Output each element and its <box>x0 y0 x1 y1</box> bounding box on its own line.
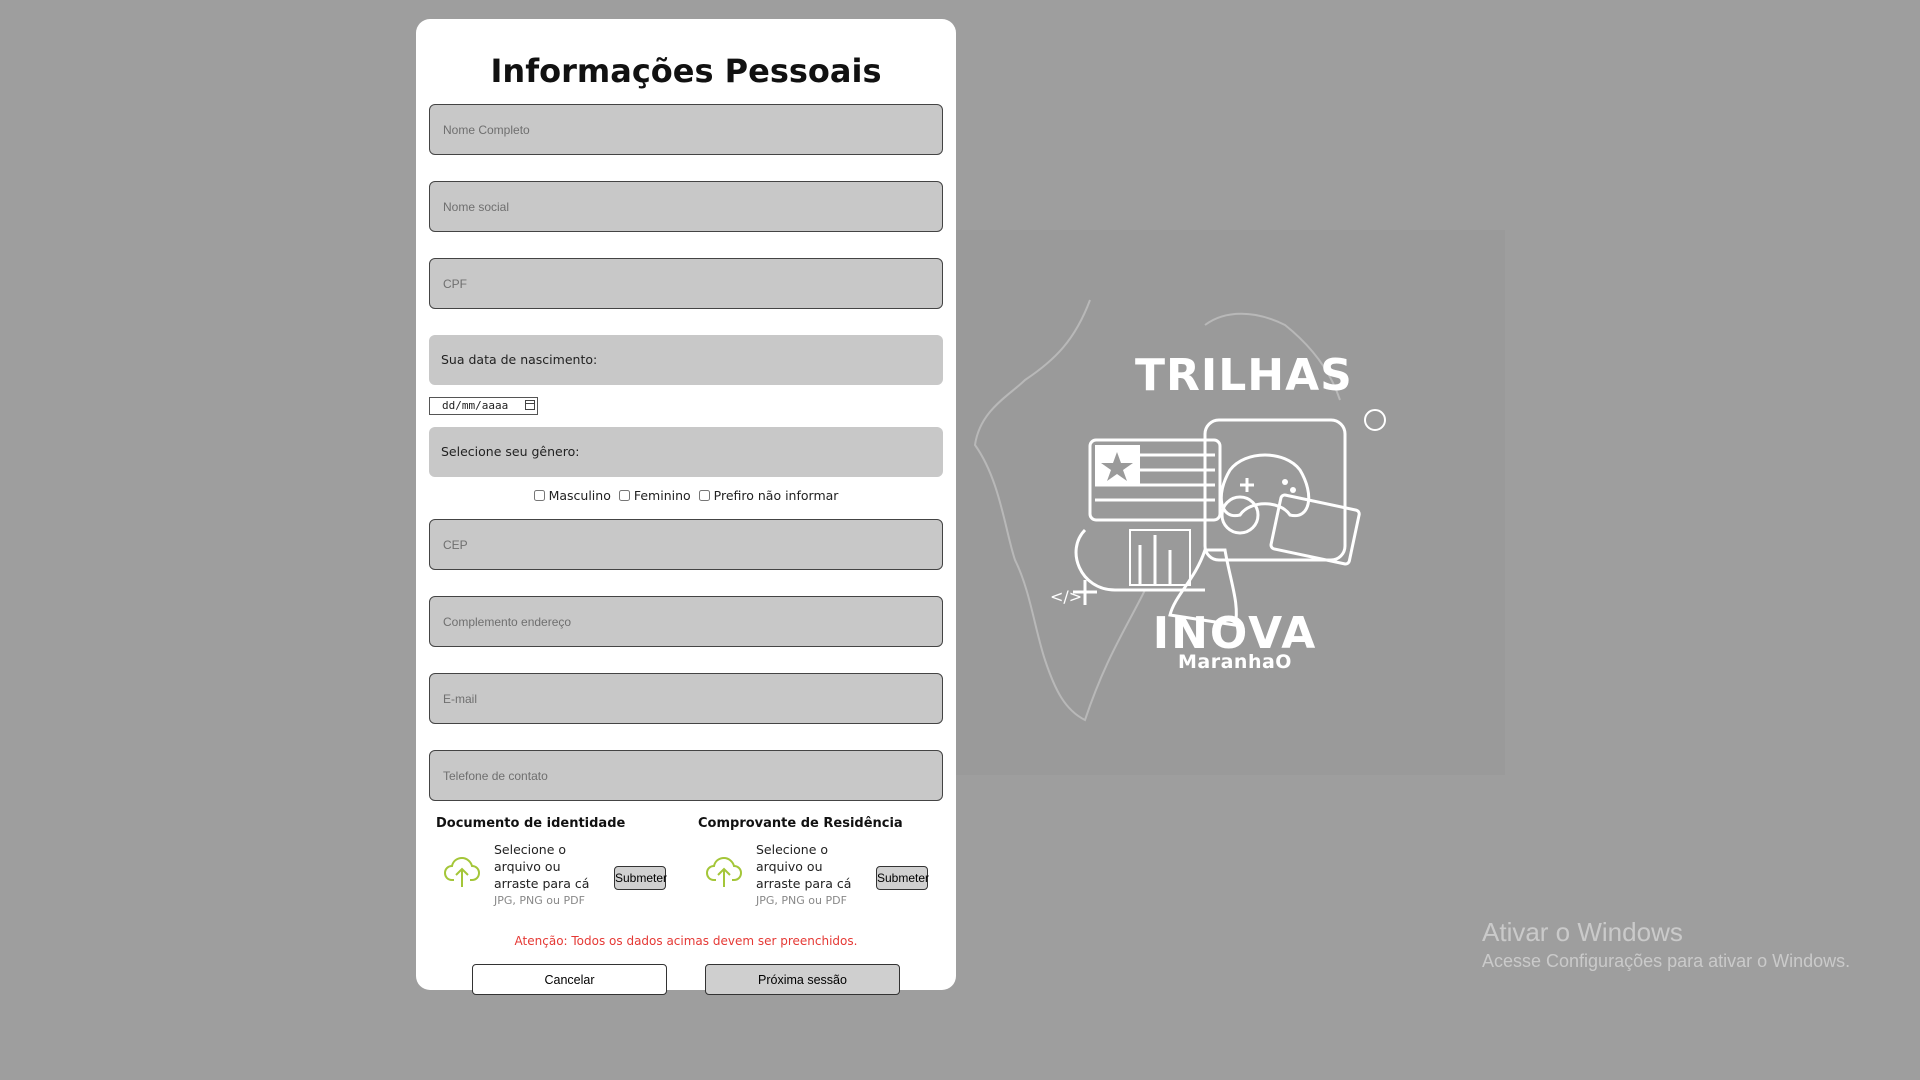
cloud-upload-icon <box>444 856 480 887</box>
calendar-icon[interactable] <box>525 400 535 410</box>
gender-undisclosed-checkbox[interactable] <box>698 490 710 501</box>
cep-input[interactable] <box>429 519 943 570</box>
svg-text:</>: </> <box>1050 587 1082 606</box>
gender-option-male[interactable]: Masculino <box>533 488 611 503</box>
gender-male-label: Masculino <box>548 488 611 503</box>
upload-text: Selecione o arquivo ou arraste para cá <box>494 842 590 891</box>
date-placeholder: dd/mm/aaaa <box>442 399 509 412</box>
upload-file-types: JPG, PNG ou PDF <box>756 894 847 907</box>
upload-instructions: Selecione o arquivo ou arraste para cá J… <box>756 841 866 909</box>
gender-female-checkbox[interactable] <box>618 490 630 501</box>
upload-instructions: Selecione o arquivo ou arraste para cá J… <box>494 841 604 909</box>
upload-file-types: JPG, PNG ou PDF <box>494 894 585 907</box>
windows-activation-watermark: Ativar o Windows Acesse Configurações pa… <box>1482 916 1850 974</box>
identity-document-upload: Documento de identidade Selecione o arqu… <box>436 816 686 907</box>
submit-identity-button[interactable]: Submeter <box>614 866 667 890</box>
upload-dropzone[interactable]: Selecione o arquivo ou arraste para cá J… <box>698 841 948 907</box>
address-complement-input[interactable] <box>429 596 943 647</box>
cloud-upload-icon <box>706 856 742 887</box>
background-illustration: </> <box>955 230 1505 775</box>
required-fields-warning: Atenção: Todos os dados acimas devem ser… <box>514 934 858 948</box>
gender-options: Masculino Feminino Prefiro não informar <box>416 488 956 503</box>
cancel-button[interactable]: Cancelar <box>472 964 667 995</box>
brand-trilhas-text: TRILHAS <box>1135 350 1353 401</box>
maranhao-map-outline-icon: </> <box>973 299 1386 722</box>
upload-dropzone[interactable]: Selecione o arquivo ou arraste para cá J… <box>436 841 686 907</box>
next-section-button[interactable]: Próxima sessão <box>705 964 900 995</box>
email-input[interactable] <box>429 673 943 724</box>
gender-female-label: Feminino <box>633 488 691 503</box>
gender-male-checkbox[interactable] <box>533 490 545 501</box>
personal-info-form: Informações Pessoais Sua data de nascime… <box>416 19 956 995</box>
gender-option-undisclosed[interactable]: Prefiro não informar <box>698 488 839 503</box>
birth-date-input[interactable]: dd/mm/aaaa <box>429 397 538 415</box>
upload-title: Documento de identidade <box>436 816 626 831</box>
birth-date-label: Sua data de nascimento: <box>429 335 943 385</box>
upload-text: Selecione o arquivo ou arraste para cá <box>756 842 852 891</box>
watermark-title: Ativar o Windows <box>1482 917 1683 947</box>
submit-residence-button[interactable]: Submeter <box>876 866 929 890</box>
form-title: Informações Pessoais <box>490 52 882 90</box>
watermark-subtitle: Acesse Configurações para ativar o Windo… <box>1482 951 1851 971</box>
upload-title: Comprovante de Residência <box>698 816 903 831</box>
gender-undisclosed-label: Prefiro não informar <box>713 488 839 503</box>
full-name-input[interactable] <box>429 104 943 155</box>
phone-input[interactable] <box>429 750 943 801</box>
cpf-input[interactable] <box>429 258 943 309</box>
brand-inova-text: INOVA <box>1152 608 1318 659</box>
gender-option-female[interactable]: Feminino <box>618 488 691 503</box>
gender-label: Selecione seu gênero: <box>429 427 943 477</box>
residence-proof-upload: Comprovante de Residência Selecione o ar… <box>698 816 948 907</box>
social-name-input[interactable] <box>429 181 943 232</box>
brand-maranhao-text: MaranhaO <box>1178 651 1292 673</box>
